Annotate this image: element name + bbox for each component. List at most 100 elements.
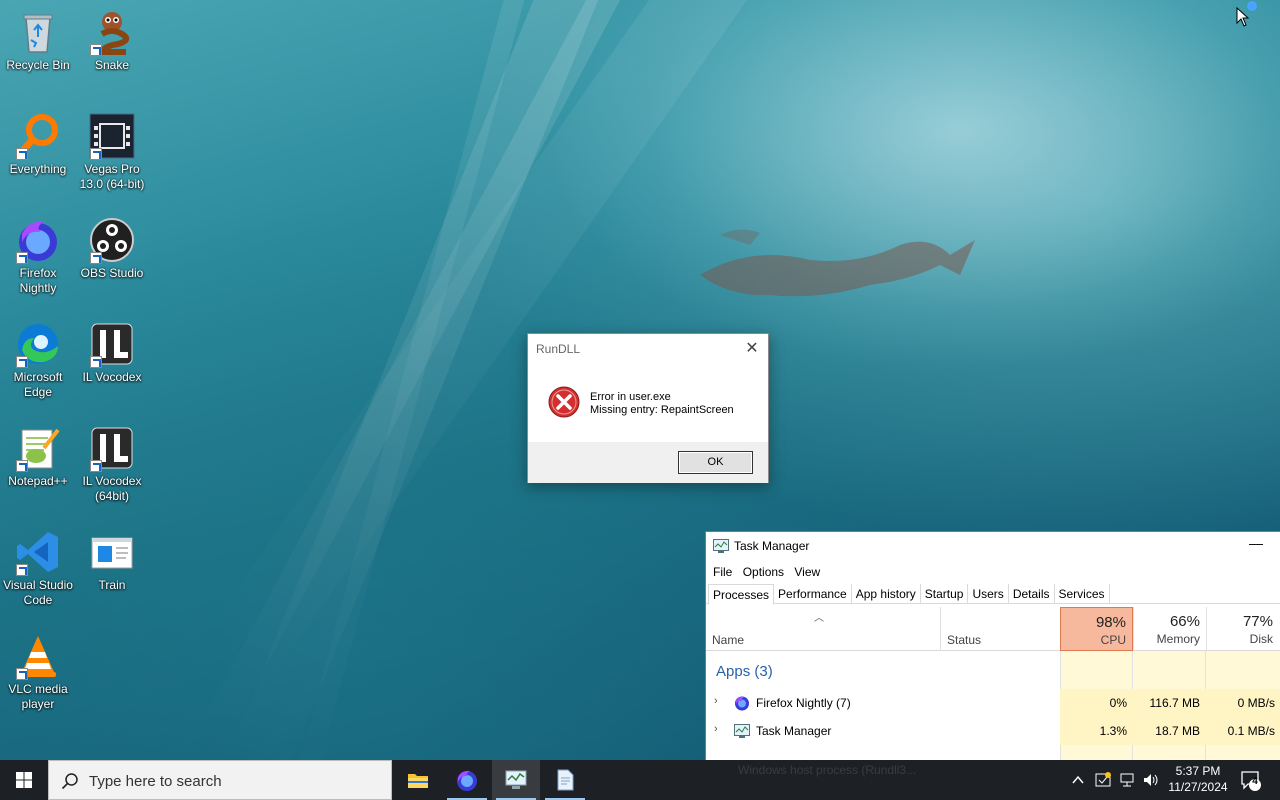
vlc-icon — [14, 632, 62, 680]
desktop-icon-firefox-nightly[interactable]: Firefox Nightly — [0, 212, 76, 296]
shortcut-arrow-icon — [16, 356, 28, 368]
menu-options[interactable]: Options — [742, 560, 788, 579]
file-explorer-icon — [408, 774, 428, 788]
task-manager-icon — [713, 539, 729, 553]
ok-button[interactable]: OK — [678, 451, 753, 474]
table-row[interactable]: › Firefox Nightly (7) 0% 116.7 MB 0 MB/s — [706, 689, 1280, 717]
tab-startup[interactable]: Startup — [921, 584, 969, 604]
search-icon — [61, 773, 78, 790]
desktop-icon-label: IL Vocodex (64bit) — [82, 474, 142, 503]
taskbar-clock[interactable]: 5:37 PM 11/27/2024 — [1160, 763, 1236, 795]
action-center-button[interactable]: 4 — [1236, 768, 1264, 792]
notepad-plus-plus-icon — [14, 424, 62, 472]
volume-icon[interactable] — [1142, 771, 1160, 789]
menu-file[interactable]: File — [712, 560, 736, 579]
shortcut-arrow-icon — [16, 148, 28, 160]
dialog-body: Error in user.exe Missing entry: Repaint… — [528, 364, 768, 442]
desktop-icon-vscode[interactable]: Visual Studio Code — [0, 524, 76, 608]
column-memory[interactable]: 66% Memory — [1133, 607, 1206, 651]
obs-studio-icon — [88, 216, 136, 264]
error-message: Error in user.exe Missing entry: Repaint… — [590, 391, 734, 417]
tab-details[interactable]: Details — [1009, 584, 1055, 604]
desktop-icon-notepad-plus-plus[interactable]: Notepad++ — [0, 420, 76, 489]
desktop-icon-label: Recycle Bin — [6, 58, 70, 72]
expand-chevron-icon[interactable]: › — [714, 723, 718, 735]
recycle-bin-icon — [14, 8, 62, 56]
process-name: Firefox Nightly (7) — [756, 696, 851, 710]
desktop-icon-label: IL Vocodex — [82, 370, 142, 384]
close-icon[interactable]: ✕ — [736, 334, 768, 364]
desktop-icon-vegas-pro[interactable]: Vegas Pro 13.0 (64-bit) — [74, 108, 150, 192]
column-cpu[interactable]: 98% CPU — [1060, 607, 1133, 651]
window-title: Task Manager — [734, 539, 810, 553]
error-icon — [548, 386, 580, 418]
minimize-button[interactable]: — — [1244, 535, 1268, 555]
show-hidden-icons-chevron-icon[interactable] — [1070, 772, 1086, 788]
process-memory: 18.7 MB — [1133, 717, 1206, 745]
mouse-cursor-icon — [1236, 7, 1250, 27]
desktop-icon-recycle-bin[interactable]: Recycle Bin — [0, 4, 76, 73]
notepad-icon — [557, 769, 574, 791]
disk-total-percent: 77% — [1242, 613, 1273, 630]
task-manager-window: Task Manager — File Options View Process… — [705, 531, 1280, 760]
tab-services[interactable]: Services — [1055, 584, 1110, 604]
column-disk[interactable]: 77% Disk — [1206, 607, 1279, 651]
dialog-footer: OK — [528, 442, 768, 483]
desktop-icon-everything[interactable]: Everything — [0, 108, 76, 177]
table-row[interactable]: › Task Manager 1.3% 18.7 MB 0.1 MB/s — [706, 717, 1280, 745]
taskbar-firefox-nightly[interactable] — [443, 760, 491, 800]
column-header-row: ︿ Name Status 98% CPU 66% Memory 77% Dis… — [706, 607, 1280, 651]
desktop-icon-label: Notepad++ — [8, 474, 68, 488]
tab-users[interactable]: Users — [968, 584, 1009, 604]
tab-performance[interactable]: Performance — [774, 584, 852, 604]
process-disk: 0 MB/s — [1206, 689, 1280, 717]
shortcut-arrow-icon — [16, 460, 28, 472]
taskbar-search-box[interactable]: Type here to search — [48, 760, 392, 800]
desktop-icon-label: Everything — [9, 162, 67, 176]
notification-icon — [1241, 771, 1261, 791]
desktop-icon-label: Visual Studio Code — [3, 578, 73, 607]
partial-process-row: Windows host process (Rundll3... — [738, 763, 917, 777]
desktop-icon-train[interactable]: Train — [74, 524, 150, 593]
desktop-icon-snake[interactable]: Snake — [74, 4, 150, 73]
start-button[interactable] — [0, 760, 48, 800]
taskbar-notepad[interactable] — [541, 760, 589, 800]
swimmer-figure — [700, 229, 975, 297]
taskbar: Type here to search 5:37 PM 11/27/2024 4 — [0, 760, 1280, 800]
shortcut-arrow-icon — [90, 44, 102, 56]
firefox-nightly-icon — [735, 696, 749, 711]
error-message-line: Error in user.exe — [590, 391, 671, 403]
network-icon[interactable] — [1118, 771, 1136, 789]
vscode-icon — [14, 528, 62, 576]
process-list: Apps (3) › Firefox Nightly (7) 0% 116.7 … — [706, 651, 1280, 760]
desktop-icon-vlc[interactable]: VLC media player — [0, 628, 76, 712]
shortcut-arrow-icon — [90, 148, 102, 160]
task-manager-icon — [505, 770, 527, 789]
tab-app-history[interactable]: App history — [852, 584, 921, 604]
desktop-icon-microsoft-edge[interactable]: Microsoft Edge — [0, 316, 76, 400]
il-vocodex-64-icon — [88, 424, 136, 472]
desktop-icon-label: Vegas Pro 13.0 (64-bit) — [79, 162, 145, 191]
expand-chevron-icon[interactable]: › — [714, 695, 718, 707]
taskbar-file-explorer[interactable] — [394, 760, 442, 800]
desktop-icon-il-vocodex-64[interactable]: IL Vocodex (64bit) — [74, 420, 150, 504]
desktop-icon-obs-studio[interactable]: OBS Studio — [74, 212, 150, 281]
shortcut-arrow-icon — [90, 356, 102, 368]
shortcut-arrow-icon — [90, 460, 102, 472]
desktop-icon-label: VLC media player — [8, 682, 68, 711]
clock-date: 11/27/2024 — [1168, 780, 1228, 794]
menu-bar: File Options View — [706, 560, 1280, 584]
column-status-label: Status — [947, 633, 982, 647]
desktop-icon-label: Snake — [94, 58, 130, 72]
desktop-icon-il-vocodex[interactable]: IL Vocodex — [74, 316, 150, 385]
column-status[interactable]: Status — [940, 607, 1060, 651]
security-center-icon[interactable] — [1094, 771, 1112, 789]
desktop-icon-label: OBS Studio — [80, 266, 144, 280]
menu-view[interactable]: View — [793, 560, 824, 579]
process-disk: 0.1 MB/s — [1206, 717, 1280, 745]
firefox-nightly-icon — [457, 770, 477, 791]
tab-processes[interactable]: Processes — [708, 584, 775, 605]
sort-up-icon[interactable]: ︿ — [814, 609, 824, 624]
taskbar-task-manager[interactable] — [492, 760, 540, 800]
dialog-title: RunDLL — [536, 342, 581, 356]
